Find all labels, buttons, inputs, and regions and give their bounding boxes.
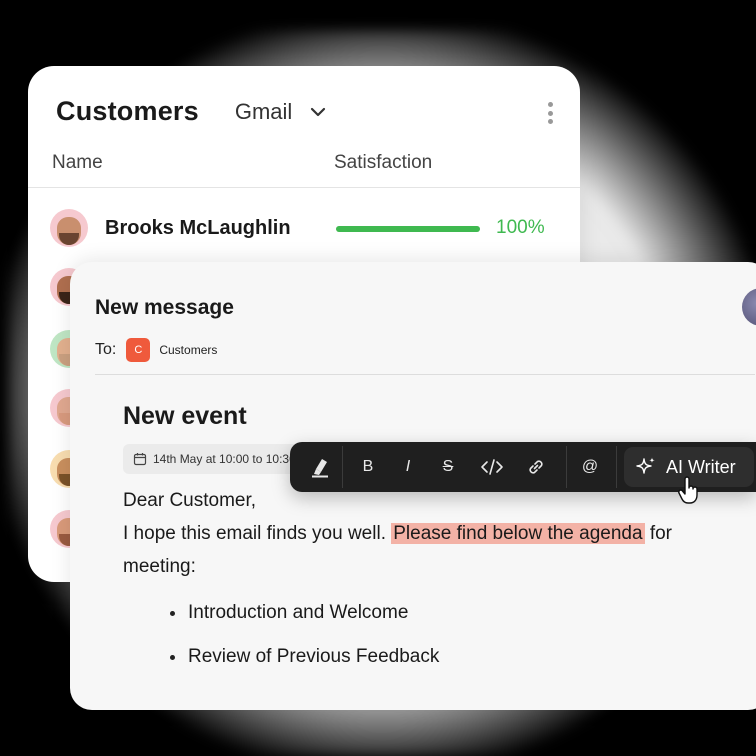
customers-title: Customers (56, 96, 199, 126)
avatar[interactable] (742, 288, 756, 326)
satisfaction-percent: 100% (496, 217, 545, 238)
strikethrough-button[interactable]: S (432, 442, 464, 492)
italic-label: I (405, 458, 411, 475)
mention-label: @ (581, 458, 599, 475)
code-icon (481, 459, 503, 475)
avatar (50, 209, 88, 247)
toolbar-separator (616, 446, 617, 488)
account-label: Gmail (234, 98, 293, 124)
customers-header: Customers Gmail (56, 96, 328, 127)
list-item[interactable]: Introduction and Welcome (170, 602, 408, 624)
code-button[interactable] (476, 442, 508, 492)
hand-cursor-icon (678, 476, 698, 504)
body-line-text: I hope this email finds you well. (123, 523, 392, 544)
list-item-text: Review of Previous Feedback (188, 646, 440, 667)
table-row[interactable]: Brooks McLaughlin 100% (28, 209, 580, 267)
toolbar-separator (342, 446, 343, 488)
column-header-satisfaction: Satisfaction (334, 152, 433, 173)
bold-label: B (362, 458, 374, 475)
list-item-text: Introduction and Welcome (188, 602, 409, 623)
body-greeting[interactable]: Dear Customer, (123, 490, 256, 512)
bold-button[interactable]: B (352, 442, 384, 492)
bullet-icon (170, 654, 175, 660)
event-title[interactable]: New event (123, 402, 247, 431)
recipient-row[interactable]: To: C Customers (95, 338, 217, 362)
body-line-tail: for (644, 523, 673, 544)
recipient-chip-label: Customers (159, 343, 218, 357)
link-button[interactable] (520, 442, 552, 492)
highlighter-icon (312, 459, 328, 478)
compose-title: New message (95, 296, 234, 319)
satisfaction-bar (336, 226, 480, 232)
calendar-icon (133, 453, 147, 466)
table-header: Name Satisfaction (28, 150, 580, 188)
recipient-chip-icon: C (126, 338, 151, 362)
column-header-name: Name (52, 152, 103, 173)
divider (95, 374, 755, 375)
date-chip[interactable]: 14th May at 10:00 to 10:30 (123, 444, 303, 474)
to-label: To: (95, 341, 117, 358)
chevron-down-icon (311, 107, 326, 116)
highlighted-text[interactable]: Please find below the agenda (391, 523, 645, 544)
customer-name: Brooks McLaughlin (105, 217, 291, 239)
more-options-icon[interactable] (546, 102, 554, 124)
body-line[interactable]: meeting: (123, 556, 196, 578)
strikethrough-label: S (442, 458, 454, 475)
date-text: 14th May at 10:00 to 10:30 (153, 452, 296, 466)
bullet-icon (170, 610, 175, 616)
satisfaction-bar-fill (336, 226, 480, 232)
list-item[interactable]: Review of Previous Feedback (170, 646, 439, 668)
account-selector[interactable]: Gmail (235, 99, 328, 125)
italic-button[interactable]: I (392, 442, 424, 492)
highlighter-button[interactable] (298, 442, 342, 492)
sparkle-icon (636, 457, 655, 474)
toolbar-separator (566, 446, 567, 488)
link-icon (529, 460, 543, 474)
body-line[interactable]: I hope this email finds you well. Please… (123, 523, 672, 545)
mention-button[interactable]: @ (574, 442, 606, 492)
ai-writer-label: AI Writer (666, 456, 736, 477)
